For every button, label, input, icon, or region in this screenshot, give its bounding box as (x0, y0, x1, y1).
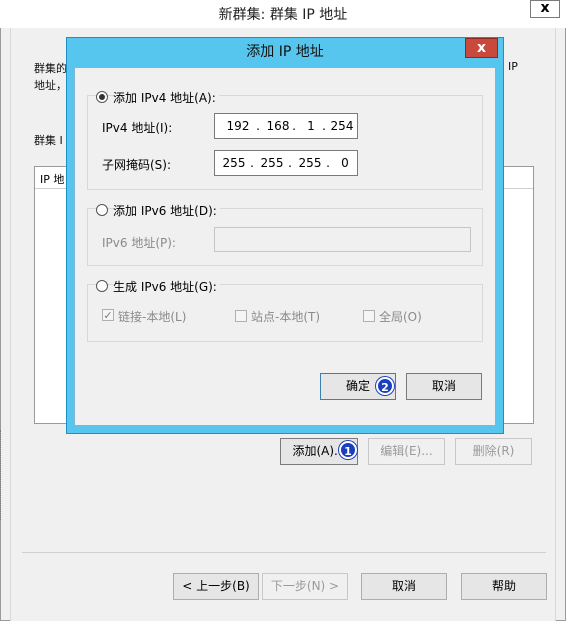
wizard-close-button[interactable]: x (530, 0, 560, 18)
help-button[interactable]: 帮助 (461, 573, 547, 600)
subnet-octet-3: 255 (298, 156, 322, 170)
ipv4-dot-1: . (256, 119, 260, 133)
left-edge-artifact (0, 430, 4, 520)
subnet-octet-2: 255 (260, 156, 284, 170)
link-local-label: 链接-本地(L) (118, 310, 187, 324)
checkmark-icon: ✓ (103, 309, 113, 322)
subnet-octet-4: 0 (341, 156, 349, 170)
subnet-mask-label: 子网掩码(S): (102, 158, 172, 172)
link-local-checkbox[interactable]: ✓ (102, 309, 114, 321)
ipv4-address-field[interactable]: 192 . 168 . 1 . 254 (214, 113, 358, 139)
add-ip-dialog-title: 添加 IP 地址 (246, 44, 324, 60)
ipv6-radio[interactable] (96, 204, 108, 216)
edit-button[interactable]: 编辑(E)... (368, 438, 445, 465)
gen-ipv6-option-label: 生成 IPv6 地址(G): (113, 278, 220, 295)
ipv4-radio-selected-dot (99, 94, 105, 100)
ipv4-octet-4: 254 (330, 119, 354, 133)
ipv4-option-label: 添加 IPv4 地址(A): (113, 89, 219, 106)
cluster-ip-section-label: 群集 I (34, 134, 63, 147)
ipv4-dot-2: . (292, 119, 296, 133)
subnet-dot-3: . (326, 156, 330, 170)
ipv4-address-label: IPv4 地址(I): (102, 121, 173, 135)
delete-button[interactable]: 删除(R) (455, 438, 532, 465)
wizard-description-line1: 群集的 (34, 62, 67, 75)
ipv6-address-field[interactable] (214, 227, 471, 252)
global-checkbox[interactable] (363, 310, 375, 322)
subnet-octet-1: 255 (222, 156, 246, 170)
gen-ipv6-radio[interactable] (96, 280, 108, 292)
next-button[interactable]: 下一步(N) > (262, 573, 348, 600)
wizard-footer-divider (22, 552, 546, 553)
list-header-ip: IP 地 (40, 173, 65, 186)
step-1-badge: 1 (339, 441, 357, 459)
dialog-cancel-button[interactable]: 取消 (406, 373, 482, 400)
ipv4-radio[interactable] (96, 91, 108, 103)
step-2-badge: 2 (376, 377, 394, 395)
cancel-button[interactable]: 取消 (361, 573, 447, 600)
ipv6-option-label: 添加 IPv6 地址(D): (113, 202, 220, 219)
ipv6-address-label: IPv6 地址(P): (102, 236, 176, 250)
wizard-title: 新群集: 群集 IP 地址 (218, 7, 348, 23)
wizard-description-line2: 地址， (34, 79, 67, 92)
global-label: 全局(O) (379, 310, 422, 324)
ipv4-octet-1: 192 (226, 119, 250, 133)
back-button[interactable]: < 上一步(B) (173, 573, 259, 600)
subnet-dot-2: . (288, 156, 292, 170)
site-local-label: 站点-本地(T) (251, 310, 321, 324)
subnet-dot-1: . (250, 156, 254, 170)
wizard-description-line1-end: IP (508, 60, 518, 73)
site-local-checkbox[interactable] (235, 310, 247, 322)
add-ip-dialog-close-button[interactable]: x (465, 38, 498, 58)
subnet-mask-field[interactable]: 255 . 255 . 255 . 0 (214, 150, 358, 176)
